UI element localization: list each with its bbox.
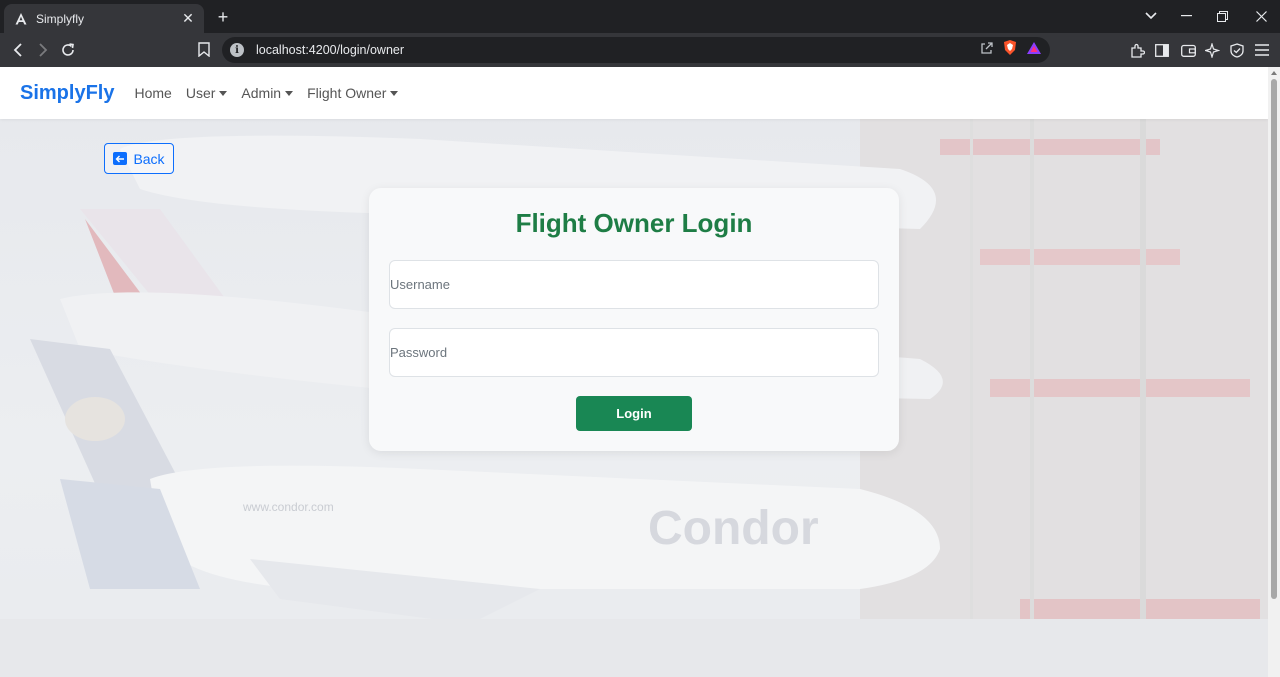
site-info-icon[interactable]: i (230, 43, 244, 57)
minimize-icon[interactable] (1176, 6, 1196, 26)
nav-user-dropdown[interactable]: User (186, 85, 228, 101)
nav-user-label: User (185, 85, 216, 101)
wallet-icon[interactable] (1179, 41, 1197, 59)
svg-text:www.condor.com: www.condor.com (242, 500, 334, 514)
reload-icon[interactable] (58, 40, 78, 60)
brave-rewards-icon[interactable] (1026, 41, 1042, 60)
caret-down-icon (219, 90, 228, 96)
bookmark-icon[interactable] (198, 42, 212, 58)
scroll-up-arrow-icon[interactable] (1271, 71, 1277, 75)
svg-text:Condor: Condor (648, 502, 819, 555)
tab-title: Simplyfly (36, 11, 85, 26)
brave-shields-icon[interactable] (1002, 39, 1018, 61)
restore-icon[interactable] (1212, 6, 1232, 26)
back-button[interactable]: Back (104, 143, 174, 174)
nav-home-label: Home (134, 85, 172, 101)
login-button[interactable]: Login (576, 396, 692, 431)
navbar: SimplyFly Home User Admin Flight Owner (0, 67, 1268, 119)
extensions-icon[interactable] (1128, 41, 1146, 59)
arrow-left-square-icon (113, 152, 128, 165)
browser-tab[interactable]: Simplyfly ✕ (4, 4, 204, 33)
close-window-icon[interactable] (1251, 6, 1271, 26)
caret-down-icon (390, 90, 399, 96)
password-input[interactable] (389, 328, 879, 377)
nav-home[interactable]: Home (134, 85, 171, 101)
login-card: Flight Owner Login Login (369, 188, 899, 451)
close-tab-icon[interactable]: ✕ (180, 10, 196, 27)
page-viewport: Condor www.condor.com SimplyFly Home Use… (0, 67, 1268, 677)
browser-toolbar: i localhost:4200/login/owner (0, 33, 1280, 67)
share-icon[interactable] (980, 41, 994, 60)
login-title: Flight Owner Login (515, 208, 753, 238)
menu-icon[interactable] (1253, 41, 1271, 59)
scroll-thumb[interactable] (1271, 79, 1277, 599)
angular-icon (14, 12, 28, 26)
url-text[interactable]: localhost:4200/login/owner (256, 43, 980, 57)
vpn-icon[interactable] (1228, 41, 1246, 59)
username-input[interactable] (389, 260, 879, 309)
nav-flight-owner-dropdown[interactable]: Flight Owner (307, 85, 399, 101)
caret-down-icon (285, 90, 294, 96)
forward-arrow-icon[interactable] (33, 40, 53, 60)
leo-ai-icon[interactable] (1203, 41, 1221, 59)
new-tab-icon[interactable]: + (213, 7, 233, 27)
back-arrow-icon[interactable] (8, 40, 28, 60)
page-scrollbar[interactable] (1268, 67, 1280, 677)
address-bar[interactable]: i localhost:4200/login/owner (222, 37, 1050, 63)
brand-logo[interactable]: SimplyFly (20, 82, 114, 105)
sidebar-icon[interactable] (1153, 41, 1171, 59)
nav-flight-owner-label: Flight Owner (307, 85, 387, 101)
tab-search-chevron-icon[interactable] (1141, 6, 1161, 26)
nav-admin-label: Admin (241, 85, 282, 101)
nav-admin-dropdown[interactable]: Admin (241, 85, 294, 101)
browser-tab-strip: Simplyfly ✕ + (0, 0, 1280, 33)
back-button-label: Back (133, 150, 165, 167)
